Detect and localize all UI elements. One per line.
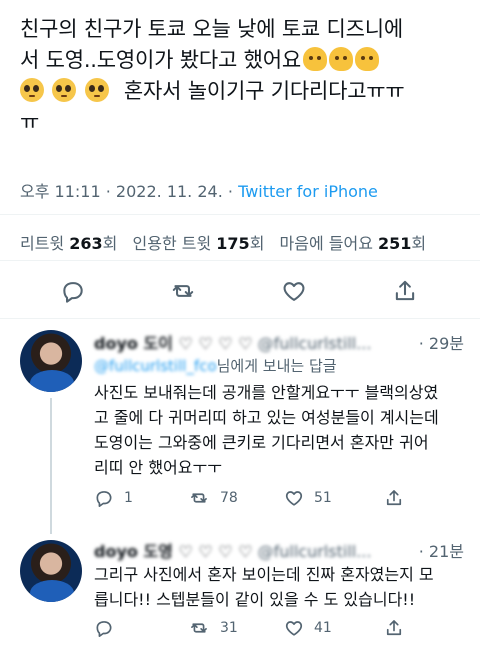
- likes-stat[interactable]: 마음에 들어요 251회: [280, 234, 427, 253]
- tweet-text-line: 서 도영..도영이가 봤다고 했어요: [20, 45, 470, 76]
- reply-button[interactable]: [58, 276, 88, 306]
- pleading-face-icon: [84, 78, 109, 102]
- reply-text-line: 도영이는 그와중에 큰키로 기다리면서 혼자만 귀어: [94, 433, 429, 452]
- quotes-stat[interactable]: 인용한 트윗 175회: [133, 234, 265, 253]
- meta-separator: ·: [227, 182, 233, 201]
- tweet-action-bar: [0, 276, 480, 308]
- reply-header: doyo 도영 ♡ ♡ ♡ ♡ @fullcurlstill... · 21분: [94, 538, 464, 562]
- heart-icon: [285, 491, 303, 506]
- like-button[interactable]: [279, 276, 309, 306]
- retweet-icon: [191, 493, 207, 503]
- retweet-button[interactable]: 31: [188, 618, 238, 638]
- divider: [0, 214, 480, 215]
- reply-action-bar: 1 78 51: [94, 488, 464, 510]
- share-icon: [395, 280, 415, 301]
- pleading-face-icon: [52, 78, 77, 102]
- share-icon: [386, 490, 402, 506]
- retweet-icon: [172, 285, 194, 297]
- divider: [0, 260, 480, 261]
- tweet-meta: 오후 11:11 · 2022. 11. 24. · Twitter for i…: [20, 178, 378, 202]
- thread-line: [50, 398, 52, 534]
- tweet-text: 친구의 친구가 토쿄 오늘 낮에 토쿄 디즈니에 서 도영..도영이가 봤다고 …: [20, 14, 470, 138]
- share-button[interactable]: [390, 276, 420, 306]
- retweet-count: 78: [220, 490, 238, 506]
- retweets-stat[interactable]: 리트윗 263회: [20, 234, 117, 253]
- share-button[interactable]: [384, 618, 404, 638]
- share-icon: [386, 620, 402, 636]
- reply-author-name[interactable]: doyo 도영 ♡ ♡ ♡ ♡: [94, 542, 253, 561]
- reply-icon: [96, 621, 112, 637]
- meta-separator: ·: [105, 182, 111, 201]
- reply-text-line: 리띠 안 했어요ㅜㅜ: [94, 458, 222, 477]
- tweet-date[interactable]: 2022. 11. 24.: [116, 182, 223, 201]
- retweet-icon: [191, 623, 207, 633]
- reply-icon: [96, 491, 112, 507]
- heart-icon: [283, 282, 305, 301]
- tweet-text-line: 친구의 친구가 토쿄 오늘 낮에 토쿄 디즈니에: [20, 17, 404, 41]
- tweet-source-link[interactable]: Twitter for iPhone: [238, 182, 378, 201]
- reply-icon: [63, 282, 83, 303]
- tweet-time[interactable]: 오후 11:11: [20, 182, 101, 201]
- reply-tweet[interactable]: doyo 도이 ♡ ♡ ♡ ♡ @fullcurlstill... · 29분 …: [0, 318, 480, 534]
- pleading-face-icon: [20, 78, 44, 102]
- avatar[interactable]: [20, 330, 82, 392]
- like-button[interactable]: 51: [284, 488, 332, 508]
- reply-author-handle[interactable]: @fullcurlstill...: [258, 542, 372, 561]
- tweet-text-line: ㅠ: [20, 110, 40, 134]
- reply-time[interactable]: · 29분: [419, 330, 464, 354]
- reply-count: 1: [124, 490, 133, 506]
- retweet-button[interactable]: 78: [188, 488, 238, 508]
- reply-time[interactable]: · 21분: [419, 538, 464, 562]
- reply-button[interactable]: 1: [94, 488, 133, 508]
- retweet-count: 31: [220, 620, 238, 636]
- reply-text-line: 사진도 보내줘는데 공개를 안할게요ㅜㅜ 블랙의상였: [94, 383, 439, 402]
- replying-to: @fullcurlstill_fco님에게 보내는 답글: [94, 357, 337, 375]
- reply-tweet[interactable]: doyo 도영 ♡ ♡ ♡ ♡ @fullcurlstill... · 21분 …: [0, 528, 480, 655]
- tweet-text-line: 혼자서 놀이기구 기다리다고ㅠㅠ: [20, 76, 470, 107]
- reply-author-name[interactable]: doyo 도이 ♡ ♡ ♡ ♡: [94, 334, 253, 353]
- reply-text: 사진도 보내줘는데 공개를 안할게요ㅜㅜ 블랙의상였 고 줄에 다 귀머리띠 하…: [94, 380, 470, 480]
- reply-text-line: 릅니다!! 스텝분들이 같이 있을 수 도 있습니다!!: [94, 590, 416, 609]
- melting-face-icon: [328, 47, 353, 71]
- reply-text-line: 고 줄에 다 귀머리띠 하고 있는 여성분들이 계시는데: [94, 408, 439, 427]
- reply-button[interactable]: [94, 618, 124, 638]
- reply-header: doyo 도이 ♡ ♡ ♡ ♡ @fullcurlstill... · 29분: [94, 330, 464, 354]
- reply-action-bar: 31 41: [94, 618, 464, 640]
- melting-face-icon: [302, 47, 327, 71]
- like-count: 41: [314, 620, 332, 636]
- heart-icon: [285, 621, 303, 636]
- reply-text: 그리구 사진에서 혼자 보이는데 진짜 혼자였는지 모 릅니다!! 스텝분들이 …: [94, 562, 470, 612]
- replying-to-handle[interactable]: fullcurlstill_fco: [109, 357, 217, 375]
- retweet-button[interactable]: [168, 276, 198, 306]
- melting-face-icon: [354, 47, 379, 71]
- share-button[interactable]: [384, 488, 404, 508]
- tweet-stats: 리트윗 263회 인용한 트윗 175회 마음에 들어요 251회: [20, 230, 426, 254]
- avatar[interactable]: [20, 540, 82, 602]
- reply-author-handle[interactable]: @fullcurlstill...: [258, 334, 372, 353]
- like-count: 51: [314, 490, 332, 506]
- reply-text-line: 그리구 사진에서 혼자 보이는데 진짜 혼자였는지 모: [94, 565, 434, 584]
- like-button[interactable]: 41: [284, 618, 332, 638]
